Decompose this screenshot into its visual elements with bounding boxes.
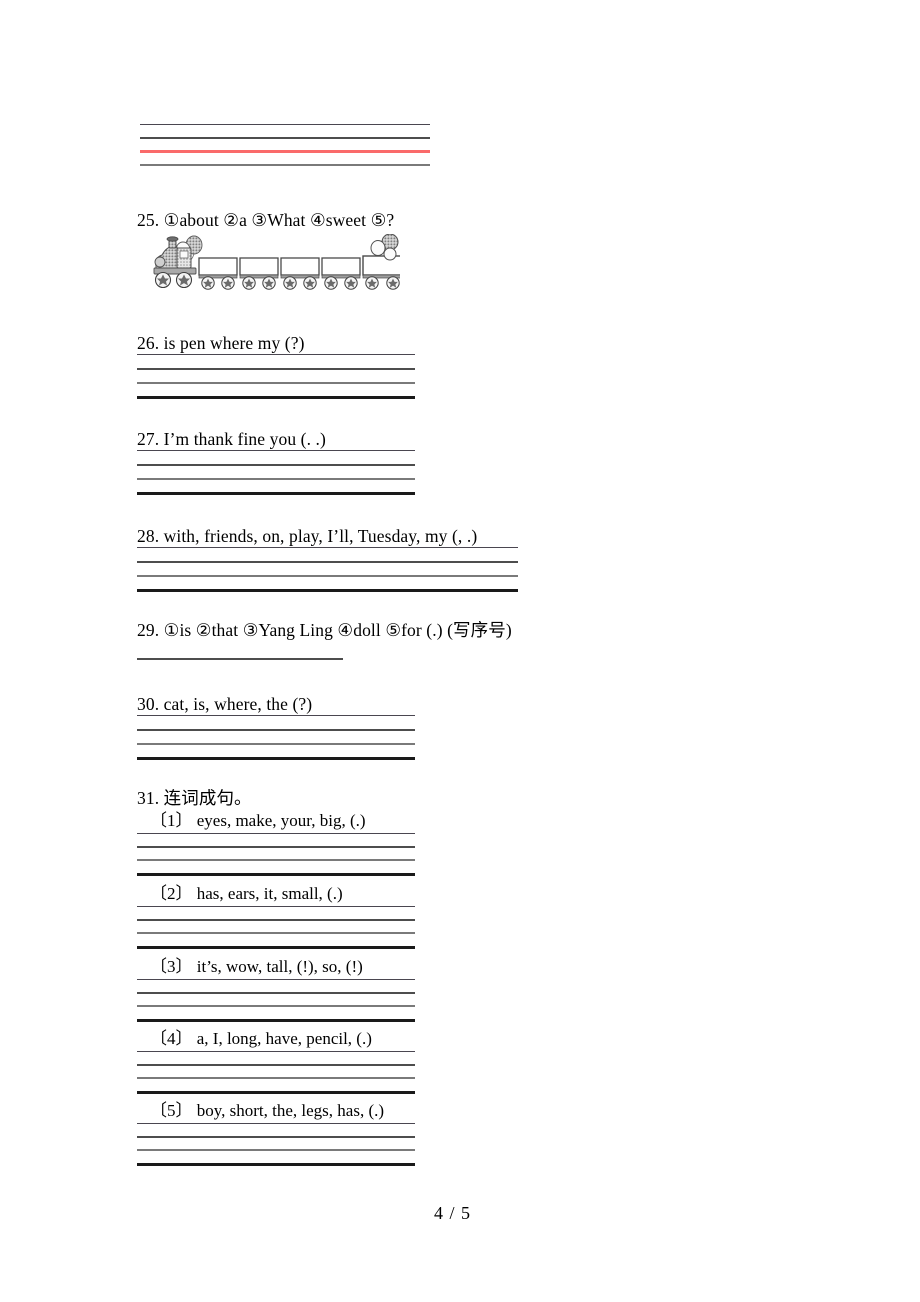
- question-30-text: 30. cat, is, where, the (?): [137, 694, 313, 714]
- question-27-text: 27. I’m thank fine you (. .): [137, 429, 326, 449]
- question-26-text: 26. is pen where my (?): [137, 333, 305, 353]
- question-31-sub-3-text: 〔3〕 it’s, wow, tall, (!), so, (!): [150, 957, 363, 976]
- answer-line[interactable]: [137, 368, 415, 370]
- answer-line[interactable]: [137, 575, 518, 577]
- answer-line[interactable]: [137, 1051, 415, 1052]
- answer-line[interactable]: [137, 1019, 415, 1022]
- answer-line[interactable]: [137, 919, 415, 921]
- page-number: 4 / 5: [434, 1203, 472, 1223]
- answer-line[interactable]: [137, 396, 415, 399]
- answer-line[interactable]: [137, 846, 415, 848]
- answer-line[interactable]: [137, 859, 415, 861]
- answer-line[interactable]: [137, 946, 415, 949]
- answer-line[interactable]: [137, 1064, 415, 1066]
- question-31-sub-5-text: 〔5〕 boy, short, the, legs, has, (.): [150, 1101, 385, 1120]
- answer-line[interactable]: [137, 561, 518, 563]
- answer-line[interactable]: [137, 354, 415, 355]
- worksheet-page: 25. ①about ②a ③What ④sweet ⑤? 26. is pen…: [0, 0, 920, 1302]
- answer-line[interactable]: [137, 450, 415, 451]
- answer-line[interactable]: [137, 658, 343, 660]
- answer-line[interactable]: [137, 492, 415, 495]
- answer-line[interactable]: [137, 757, 415, 760]
- answer-line[interactable]: [137, 729, 415, 731]
- answer-line-accent[interactable]: [140, 150, 430, 153]
- train-illustration-svg: [153, 234, 400, 290]
- question-31-text: 31. 连词成句。: [137, 788, 252, 808]
- answer-line[interactable]: [137, 1163, 415, 1166]
- answer-line[interactable]: [137, 1005, 415, 1007]
- answer-line[interactable]: [140, 124, 430, 125]
- question-28-text: 28. with, friends, on, play, I’ll, Tuesd…: [137, 526, 478, 546]
- answer-line[interactable]: [137, 589, 518, 592]
- answer-line[interactable]: [137, 906, 415, 907]
- answer-line[interactable]: [137, 464, 415, 466]
- answer-line[interactable]: [137, 382, 415, 384]
- question-31-sub-2-text: 〔2〕 has, ears, it, small, (.): [150, 884, 343, 903]
- question-25-text: 25. ①about ②a ③What ④sweet ⑤?: [137, 210, 395, 230]
- answer-line[interactable]: [137, 833, 415, 834]
- answer-line[interactable]: [137, 1077, 415, 1079]
- answer-line[interactable]: [137, 1123, 415, 1124]
- answer-line[interactable]: [140, 137, 430, 139]
- answer-line[interactable]: [137, 1136, 415, 1138]
- answer-line[interactable]: [137, 1091, 415, 1094]
- answer-line[interactable]: [140, 164, 430, 166]
- train-with-five-wagons-image: [150, 234, 400, 296]
- question-31-sub-1-text: 〔1〕 eyes, make, your, big, (.): [150, 811, 366, 830]
- answer-line[interactable]: [137, 478, 415, 480]
- answer-line[interactable]: [137, 547, 518, 548]
- answer-line[interactable]: [137, 715, 415, 716]
- question-31-sub-4-text: 〔4〕 a, I, long, have, pencil, (.): [150, 1029, 372, 1048]
- answer-line[interactable]: [137, 992, 415, 994]
- question-29-text: 29. ①is ②that ③Yang Ling ④doll ⑤for (.) …: [137, 620, 512, 640]
- answer-line[interactable]: [137, 979, 415, 980]
- answer-line[interactable]: [137, 743, 415, 745]
- answer-line[interactable]: [137, 873, 415, 876]
- answer-line[interactable]: [137, 1149, 415, 1151]
- answer-line[interactable]: [137, 932, 415, 934]
